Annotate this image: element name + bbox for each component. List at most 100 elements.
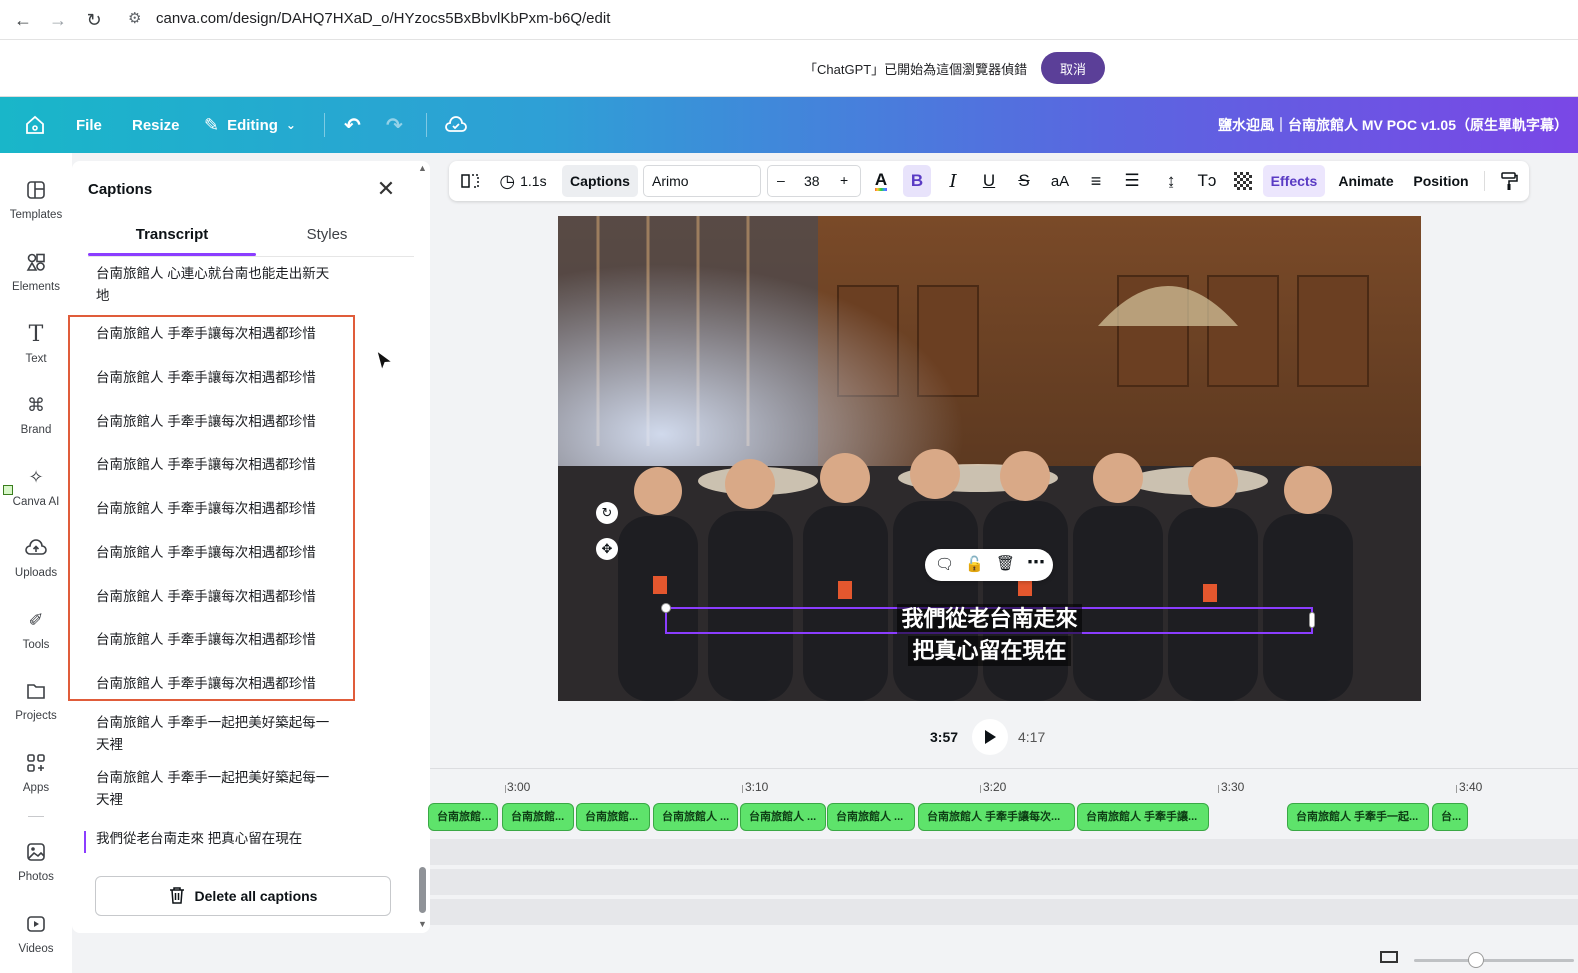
caption-entry[interactable]: 台南旅館人 手牽手一起把美好築起每一天裡 — [96, 712, 336, 756]
timeline-track[interactable] — [430, 899, 1578, 925]
rail-projects[interactable]: Projects — [0, 668, 72, 732]
timeline[interactable]: 3:00 3:10 3:20 3:30 3:40 台南旅館人 手牽... 台南旅… — [428, 768, 1578, 973]
caption-entry-current[interactable]: 我們從老台南走來 把真心留在現在 — [96, 828, 396, 850]
rail-photos[interactable]: Photos — [0, 829, 72, 893]
move-handle-icon[interactable]: ✥ — [596, 538, 618, 560]
caption-line-1[interactable]: 我們從老台南走來 — [558, 604, 1421, 634]
animate-button[interactable]: Animate — [1334, 161, 1398, 201]
rail-brand[interactable]: ⌘ Brand — [0, 382, 72, 446]
home-icon[interactable] — [24, 97, 46, 153]
timeline-track[interactable] — [430, 839, 1578, 865]
caption-clip[interactable]: 台... — [1432, 803, 1468, 831]
caption-clip[interactable]: 台南旅館... — [502, 803, 574, 831]
rail-apps[interactable]: Apps — [0, 740, 72, 804]
rotate-handle-icon[interactable]: ↻ — [596, 502, 618, 524]
paint-roller-icon[interactable] — [1496, 161, 1522, 201]
caption-clip[interactable]: 台南旅館人 ... — [653, 803, 738, 831]
close-icon[interactable]: ✕ — [374, 176, 398, 201]
resize-menu[interactable]: Resize — [132, 97, 180, 153]
rail-elements[interactable]: Elements — [0, 239, 72, 303]
comment-icon[interactable]: 🗨 — [935, 555, 954, 573]
flip-icon[interactable] — [456, 161, 484, 201]
zoom-slider-thumb[interactable] — [1468, 952, 1484, 968]
font-size-value[interactable]: 38 — [804, 173, 820, 189]
design-canvas[interactable]: ↻ ✥ 🗨 🔓 🗑 ⋯ 我們從老台南走來 把真心留在現在 — [558, 216, 1421, 701]
caption-entry[interactable]: 台南旅館人 手牽手讓每次相遇都珍惜 — [96, 629, 336, 651]
toolbar-divider — [1484, 171, 1485, 191]
site-settings-icon[interactable]: ⚙ — [128, 9, 141, 27]
rail-text[interactable]: T Text — [0, 311, 72, 375]
rail-videos[interactable]: Videos — [0, 901, 72, 965]
captions-button[interactable]: Captions — [562, 165, 638, 197]
delete-all-captions-button[interactable]: Delete all captions — [95, 876, 391, 916]
caption-clip[interactable]: 台南旅館人 手牽手讓... — [1077, 803, 1209, 831]
ruler-tick — [505, 785, 506, 793]
scroll-down-arrow[interactable]: ▼ — [418, 919, 427, 929]
undo-icon[interactable]: ↶ — [344, 97, 361, 153]
more-options-icon[interactable]: ⋯ — [1027, 552, 1045, 573]
projects-icon — [23, 678, 49, 704]
redo-icon[interactable]: ↷ — [386, 97, 403, 153]
lock-icon[interactable]: 🔓 — [965, 555, 984, 573]
font-dropdown[interactable]: Arimo — [643, 165, 761, 197]
reload-icon[interactable]: ↻ — [80, 6, 108, 34]
caption-entry[interactable]: 台南旅館人 手牽手讓每次相遇都珍惜 — [96, 586, 336, 608]
play-button[interactable] — [972, 719, 1008, 755]
align-center-icon[interactable]: ≡ — [1083, 161, 1109, 201]
debug-cancel-button[interactable]: 取消 — [1041, 52, 1105, 84]
tab-transcript[interactable]: Transcript — [88, 223, 256, 255]
zoom-slider[interactable] — [1414, 952, 1574, 968]
editing-mode-dropdown[interactable]: ✎ Editing ⌄ — [204, 97, 296, 153]
decrease-size-button[interactable]: – — [777, 172, 785, 188]
caption-entry[interactable]: 台南旅館人 手牽手讓每次相遇都珍惜 — [96, 411, 336, 433]
caption-clip[interactable]: 台南旅館... — [576, 803, 650, 831]
pencil-icon: ✎ — [204, 114, 220, 135]
back-icon[interactable]: ← — [9, 6, 37, 34]
underline-icon[interactable]: U — [976, 161, 1002, 201]
caption-clip[interactable]: 台南旅館人 手牽手讓每次... — [918, 803, 1075, 831]
italic-icon[interactable]: I — [940, 161, 966, 201]
caption-clip[interactable]: 台南旅館人 手牽手一起... — [1287, 803, 1429, 831]
display-mode-icon[interactable] — [1380, 951, 1398, 963]
caption-line-2[interactable]: 把真心留在現在 — [558, 636, 1421, 666]
caption-clip[interactable]: 台南旅館人 手牽... — [428, 803, 498, 831]
position-button[interactable]: Position — [1408, 161, 1474, 201]
clock-icon: ◷ — [499, 170, 516, 191]
font-size-control[interactable]: – 38 + — [767, 165, 861, 197]
file-menu[interactable]: File — [76, 97, 102, 153]
transparency-icon[interactable] — [1230, 161, 1256, 201]
brand-icon: ⌘ — [27, 394, 45, 415]
duration-control[interactable]: ◷ 1.1s — [493, 161, 553, 201]
caption-clip[interactable]: 台南旅館人 ... — [740, 803, 826, 831]
caption-clip[interactable]: 台南旅館人 ... — [827, 803, 915, 831]
cloud-saved-icon[interactable] — [444, 97, 468, 153]
url-field[interactable]: ⚙ canva.com/design/DAHQ7HXaD_o/HYzocs5Bx… — [120, 2, 1578, 34]
text-color-icon[interactable]: A — [868, 161, 894, 201]
document-title[interactable]: 鹽水迎風｜台南旅館人 MV POC v1.05（原生單軌字幕） — [1218, 97, 1568, 153]
text-size-icon[interactable]: Tↄ — [1194, 161, 1220, 201]
scroll-up-arrow[interactable]: ▲ — [418, 163, 427, 173]
rail-uploads[interactable]: Uploads — [0, 525, 72, 589]
rail-templates[interactable]: Templates — [0, 167, 72, 231]
list-icon[interactable]: ☰ — [1119, 161, 1145, 201]
caption-entry[interactable]: 台南旅館人 手牽手讓每次相遇都珍惜 — [96, 367, 336, 389]
scroll-thumb[interactable] — [419, 867, 426, 913]
strikethrough-icon[interactable]: S — [1011, 161, 1037, 201]
rail-tools[interactable]: ✐ Tools — [0, 597, 72, 661]
spacing-icon[interactable]: ↨ — [1158, 161, 1184, 201]
increase-size-button[interactable]: + — [840, 172, 848, 188]
timeline-track[interactable] — [430, 869, 1578, 895]
caption-entry[interactable]: 台南旅館人 手牽手讓每次相遇都珍惜 — [96, 498, 336, 520]
caption-entry[interactable]: 台南旅館人 手牽手讓每次相遇都珍惜 — [96, 454, 336, 476]
forward-icon[interactable]: → — [44, 6, 72, 34]
caption-entry[interactable]: 台南旅館人 心連心就台南也能走出新天地 — [96, 263, 336, 307]
caption-entry[interactable]: 台南旅館人 手牽手讓每次相遇都珍惜 — [96, 323, 336, 345]
effects-button[interactable]: Effects — [1263, 165, 1325, 197]
delete-icon[interactable]: 🗑 — [996, 554, 1015, 572]
caption-entry[interactable]: 台南旅館人 手牽手讓每次相遇都珍惜 — [96, 542, 336, 564]
bold-icon[interactable]: B — [903, 165, 931, 197]
case-icon[interactable]: aA — [1046, 161, 1074, 201]
caption-entry[interactable]: 台南旅館人 手牽手讓每次相遇都珍惜 — [96, 673, 336, 695]
tab-styles[interactable]: Styles — [243, 223, 411, 255]
caption-entry[interactable]: 台南旅館人 手牽手一起把美好築起每一天裡 — [96, 767, 336, 811]
